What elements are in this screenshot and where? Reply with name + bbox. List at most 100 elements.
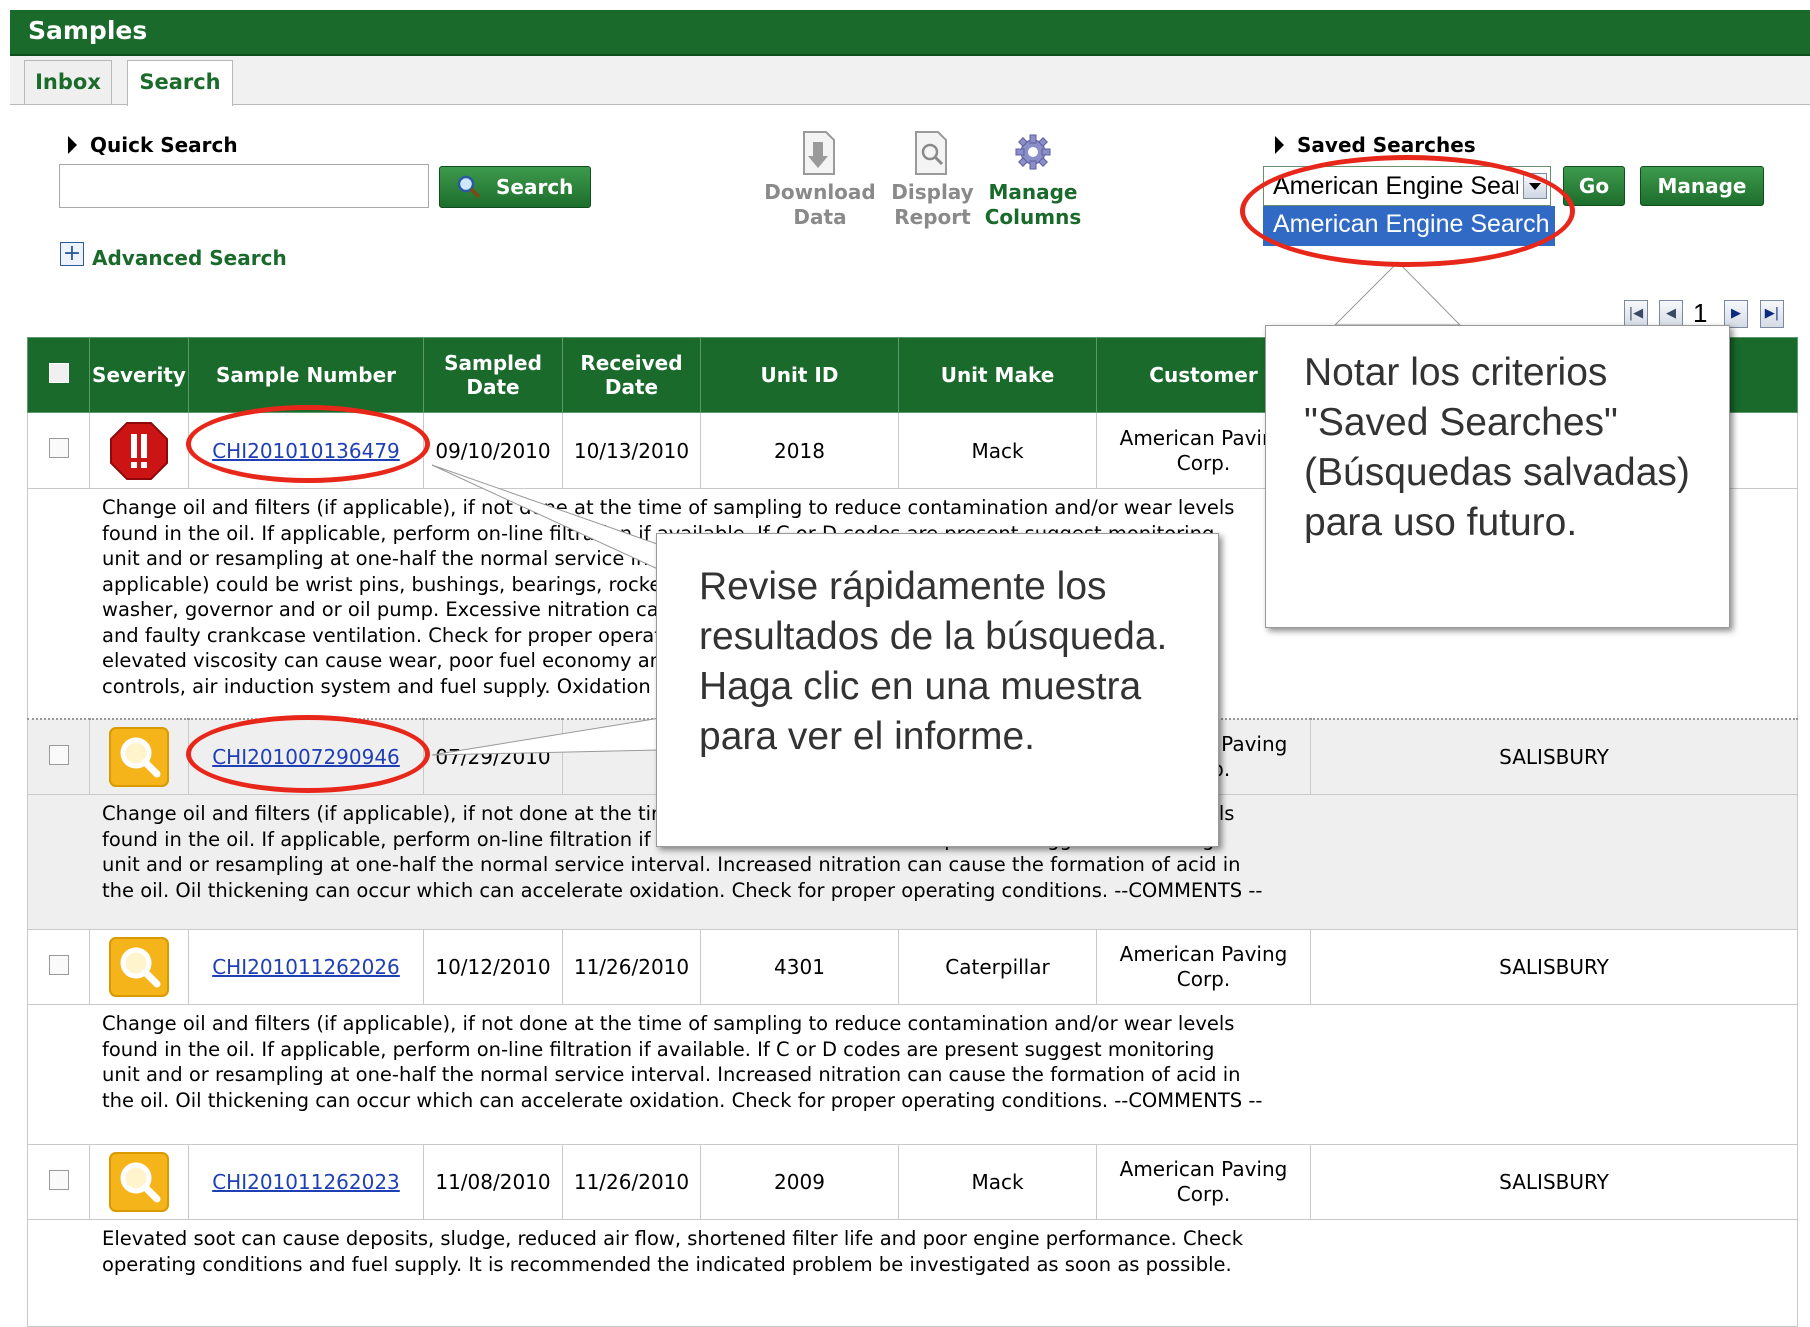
unit-id-cell: 4301 <box>700 929 899 1005</box>
comment-line: found in the oil. If applicable, perform… <box>102 1037 1215 1061</box>
display-line1: Display <box>891 180 974 204</box>
severity-header[interactable]: Severity <box>89 337 189 413</box>
sample-number-link[interactable]: CHI201011262026 <box>212 955 400 979</box>
comment-line: unit and or resampling at one-half the n… <box>102 1063 1241 1086</box>
customer-cell: American PavingCorp. <box>1096 1144 1311 1220</box>
severity-cell <box>89 412 189 489</box>
manage-columns-button[interactable]: Manage Columns <box>980 180 1086 230</box>
sample-number-cell: CHI201011262026 <box>188 929 424 1005</box>
sampled-date-cell: 07/29/2010 <box>423 718 563 795</box>
unit-id-header[interactable]: Unit ID <box>700 337 899 413</box>
comment-line: Change oil and filters (if applicable), … <box>102 1012 1235 1035</box>
download-line1: Download <box>764 180 876 204</box>
location-cell: SALISBURY <box>1310 1144 1798 1220</box>
sample-link-highlight-1 <box>186 405 430 483</box>
unit-id-cell: 2018 <box>700 412 899 489</box>
comment-line: the oil. Oil thickening can occur which … <box>102 878 1263 902</box>
received-date-header[interactable]: Received Date <box>562 337 701 413</box>
saved-callout-tail <box>1333 261 1462 326</box>
row-checkbox-cell <box>27 718 90 795</box>
sampled-date-cell: 11/08/2010 <box>423 1144 563 1220</box>
received-date-cell: 11/26/2010 <box>562 1144 701 1220</box>
comment-line: Elevated soot can cause deposits, sludge… <box>102 1227 1244 1250</box>
manage-columns-line2: Columns <box>984 205 1082 229</box>
saved-callout-text: Notar los criterios "Saved Searches" (Bú… <box>1304 351 1690 544</box>
expand-plus-icon[interactable]: + <box>60 242 84 266</box>
severity-cell <box>89 929 189 1005</box>
unit-make-cell: Mack <box>898 412 1097 489</box>
comment-line: operating conditions and fuel supply. It… <box>102 1252 1232 1276</box>
table-row[interactable]: CHI201011262023 11/08/2010 11/26/2010 20… <box>27 1144 1798 1220</box>
customer-cell: American PavingCorp. <box>1096 929 1311 1005</box>
table-row[interactable]: CHI201011262026 10/12/2010 11/26/2010 43… <box>27 929 1798 1005</box>
customer-line2: Corp. <box>1176 1182 1231 1206</box>
customer-line2: Corp. <box>1176 967 1231 991</box>
magnifier-severity-icon <box>109 727 169 787</box>
received-date-cell: 11/26/2010 <box>562 929 701 1005</box>
select-all-checkbox[interactable] <box>48 362 69 383</box>
location-cell: SALISBURY <box>1310 929 1798 1005</box>
sampled-date-cell: 09/10/2010 <box>423 412 563 489</box>
row-checkbox[interactable] <box>48 744 69 765</box>
sampled-date-header[interactable]: Sampled Date <box>423 337 563 413</box>
first-page-button[interactable]: |◀ <box>1624 300 1648 328</box>
app-title-bar: Samples <box>10 10 1810 57</box>
saved-searches-label: Saved Searches <box>1297 133 1476 157</box>
unit-make-cell: Caterpillar <box>898 929 1097 1005</box>
sample-number-link[interactable]: CHI201011262023 <box>212 1170 400 1194</box>
row-checkbox-cell <box>27 412 90 489</box>
prev-page-button[interactable]: ◀ <box>1659 300 1683 328</box>
expand-arrow-icon <box>1275 136 1284 154</box>
tab-inbox[interactable]: Inbox <box>24 60 112 104</box>
row-checkbox[interactable] <box>48 1169 69 1190</box>
sampled-header-line1: Sampled <box>444 351 542 375</box>
tab-bar: Inbox Search <box>10 56 1810 106</box>
row-checkbox[interactable] <box>48 954 69 975</box>
download-data-button[interactable]: Download Data <box>760 180 880 230</box>
display-report-icon <box>915 131 947 175</box>
customer-line1: American Paving <box>1119 942 1288 966</box>
manage-button[interactable]: Manage <box>1640 166 1764 206</box>
comment-row: Change oil and filters (if applicable), … <box>27 1004 1798 1145</box>
comment-line: unit and or resampling at one-half the n… <box>102 853 1241 876</box>
received-header-line1: Received <box>580 351 683 375</box>
magnifier-severity-icon <box>109 1152 169 1212</box>
sample-link-highlight-2 <box>186 715 430 793</box>
download-data-icon <box>803 131 835 175</box>
row-checkbox-cell <box>27 929 90 1005</box>
unit-make-header[interactable]: Unit Make <box>898 337 1097 413</box>
gear-icon <box>1015 134 1051 170</box>
next-page-button[interactable]: ▶ <box>1724 300 1748 328</box>
severity-cell <box>89 1144 189 1220</box>
comment-line: the oil. Oil thickening can occur which … <box>102 1088 1263 1112</box>
row-checkbox[interactable] <box>48 438 69 458</box>
display-line2: Report <box>894 205 971 229</box>
sampled-date-cell: 10/12/2010 <box>423 929 563 1005</box>
advanced-search-link[interactable]: Advanced Search <box>92 246 287 270</box>
search-icon <box>457 175 481 199</box>
saved-search-highlight <box>1240 155 1575 267</box>
display-report-button[interactable]: Display Report <box>880 180 985 230</box>
search-button-label: Search <box>496 175 574 199</box>
quick-search-label: Quick Search <box>90 133 238 157</box>
comment-cell: Change oil and filters (if applicable), … <box>27 1004 1798 1145</box>
received-date-cell: 10/13/2010 <box>562 412 701 489</box>
tab-search[interactable]: Search <box>127 60 233 106</box>
quick-search-input[interactable] <box>59 164 429 208</box>
last-page-button[interactable]: ▶| <box>1760 300 1784 328</box>
search-button[interactable]: Search <box>439 166 591 208</box>
review-callout-text: Revise rápidamente los resultados de la … <box>699 565 1168 758</box>
magnifier-severity-icon <box>109 937 169 997</box>
severity-cell <box>89 718 189 795</box>
download-line2: Data <box>793 205 847 229</box>
sample-number-header[interactable]: Sample Number <box>188 337 424 413</box>
critical-severity-icon <box>110 421 168 480</box>
review-results-callout: Revise rápidamente los resultados de la … <box>656 533 1219 847</box>
page-title: Samples <box>28 16 148 45</box>
unit-make-cell: Mack <box>898 1144 1097 1220</box>
customer-line1: American Paving <box>1119 1157 1288 1181</box>
location-cell: SALISBURY <box>1310 718 1798 795</box>
unit-id-cell: 2009 <box>700 1144 899 1220</box>
sample-number-cell: CHI201011262023 <box>188 1144 424 1220</box>
sampled-header-line2: Date <box>466 375 520 399</box>
